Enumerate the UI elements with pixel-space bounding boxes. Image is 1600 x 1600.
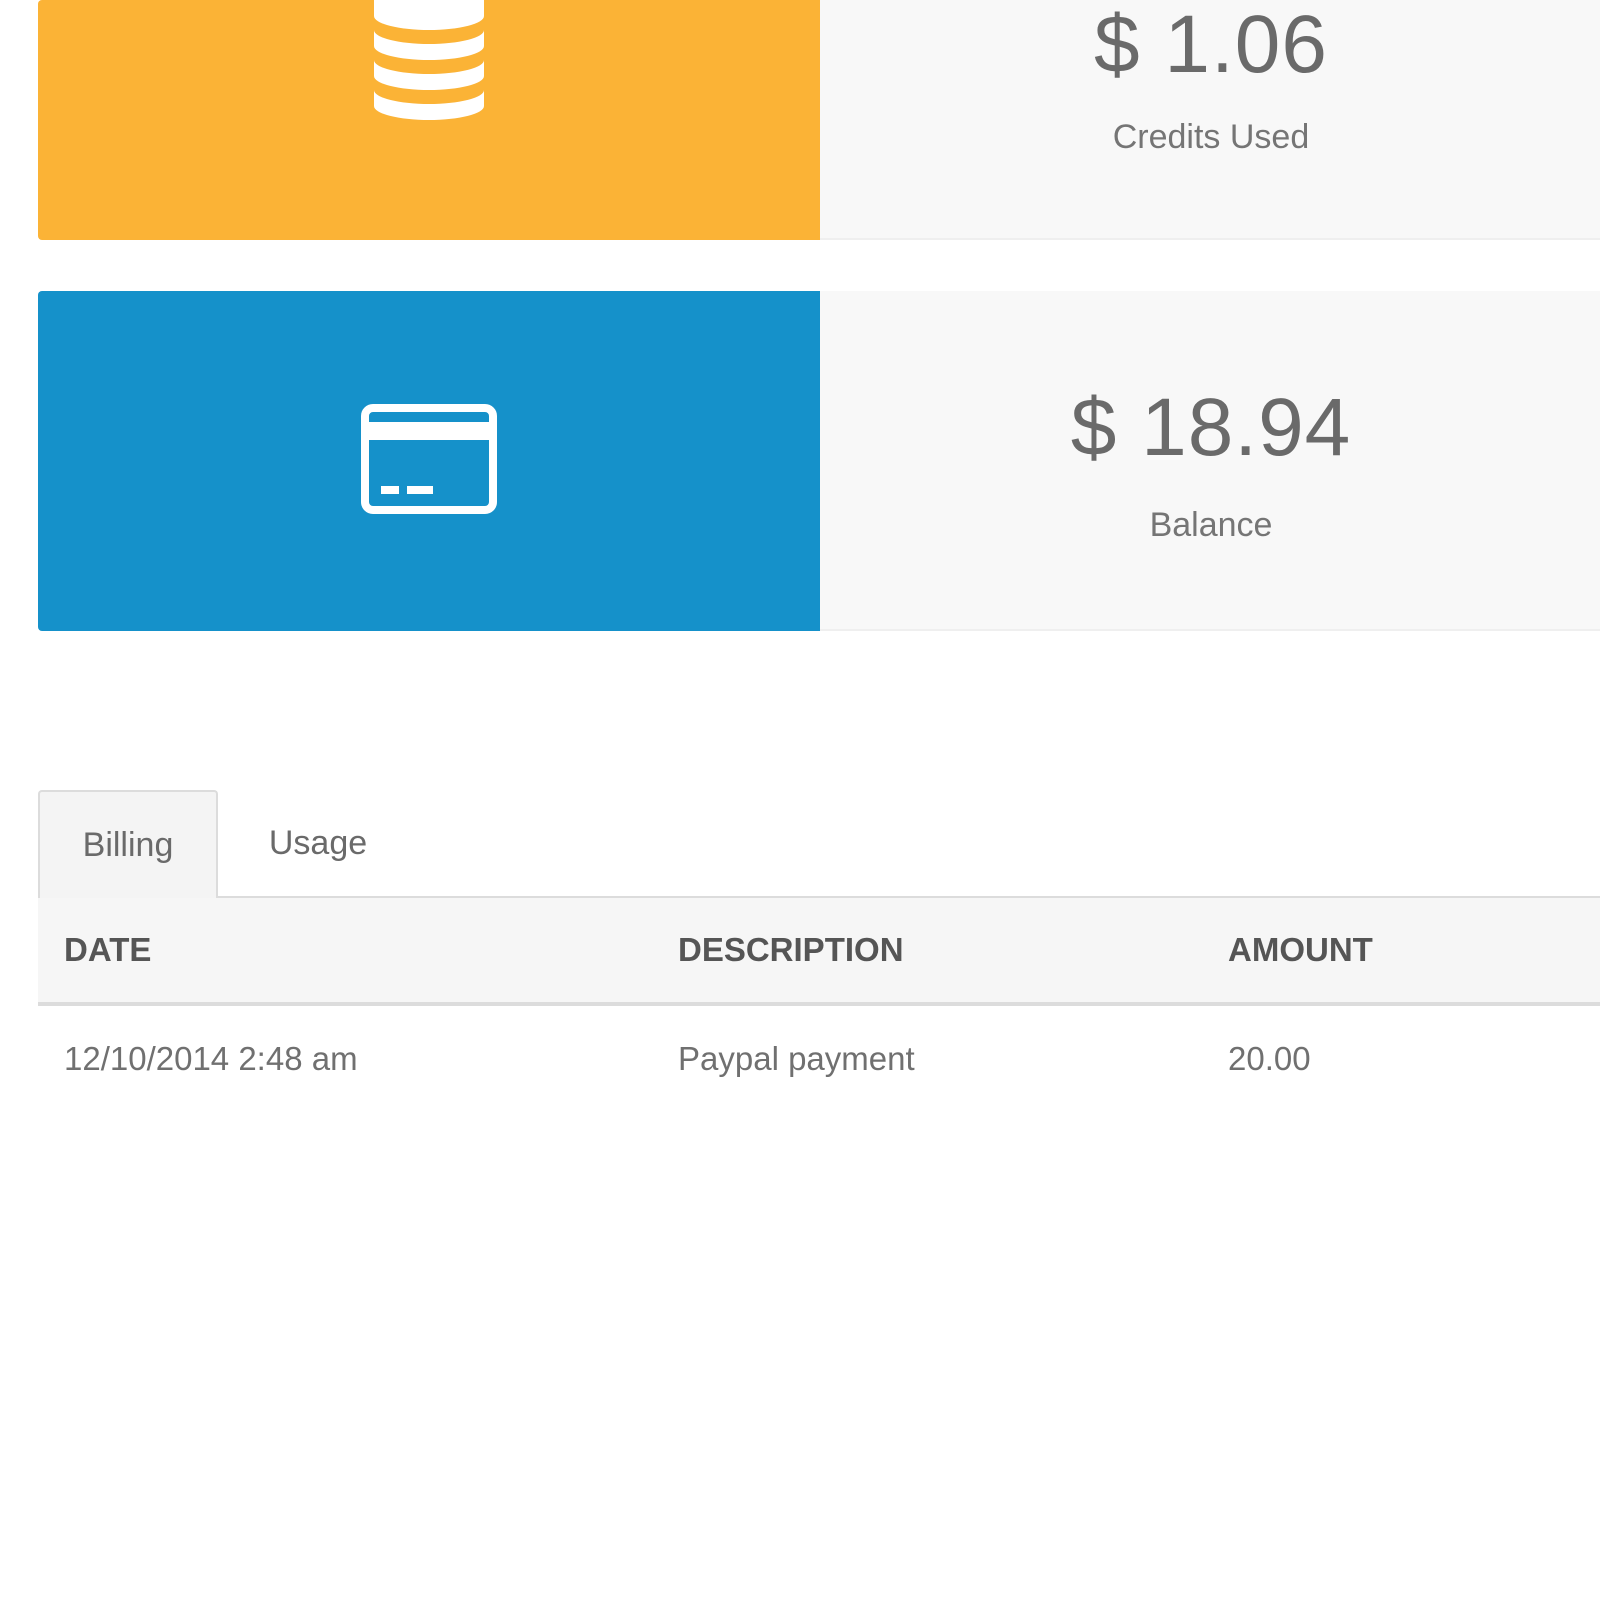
tab-billing[interactable]: Billing [38,790,218,898]
credit-card-icon [361,403,497,519]
tab-usage[interactable]: Usage [218,790,418,896]
cell-amount: 20.00 [1228,1040,1311,1077]
column-header-amount[interactable]: AMOUNT [1228,898,1600,1006]
table-row: 12/10/2014 2:48 am Paypal payment 20.00 [38,1004,1600,1112]
tab-bar: Billing Usage [38,790,1600,898]
balance-card: $ 18.94 Balance [38,291,1600,631]
billing-table: DATE DESCRIPTION AMOUNT 12/10/2014 2:48 … [38,898,1600,1112]
balance-value: $ 18.94 [1070,382,1352,473]
balance-icon-panel [38,291,820,631]
cell-description: Paypal payment [678,1040,915,1077]
credits-used-card: $ 1.06 Credits Used [38,0,1600,240]
table-header-row: DATE DESCRIPTION AMOUNT [38,898,1600,1006]
credits-used-label: Credits Used [1112,118,1310,156]
column-header-date[interactable]: DATE [38,898,678,1006]
balance-value-panel: $ 18.94 Balance [820,291,1600,631]
balance-label: Balance [1149,506,1273,544]
credits-icon-panel [38,0,820,240]
cell-date: 12/10/2014 2:48 am [64,1040,358,1077]
credits-used-value: $ 1.06 [1094,0,1328,90]
credits-value-panel: $ 1.06 Credits Used [820,0,1600,240]
coins-stack-icon [374,0,484,131]
column-header-description[interactable]: DESCRIPTION [678,898,1228,1006]
